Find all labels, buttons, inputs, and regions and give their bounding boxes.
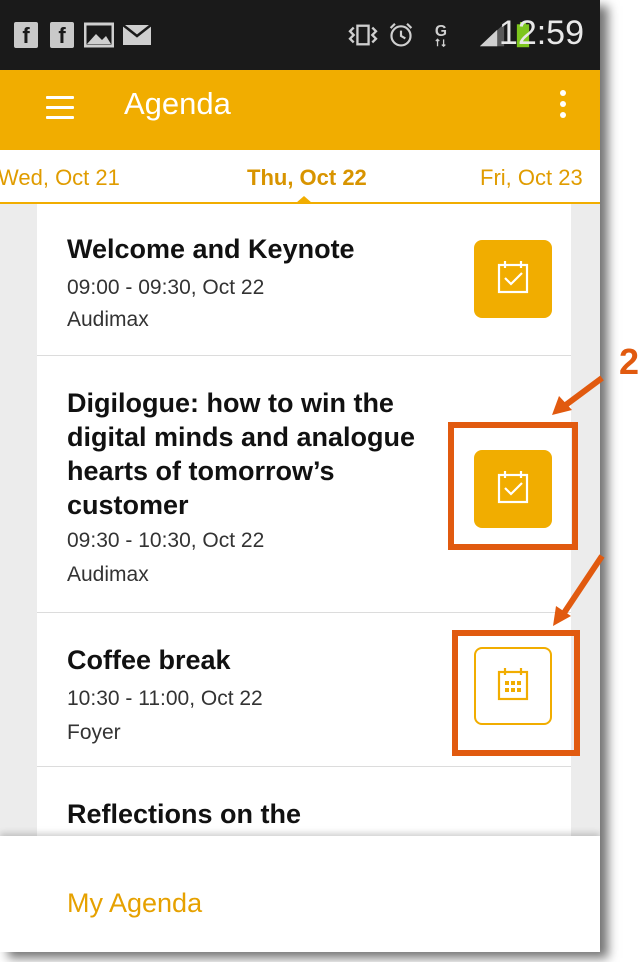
annotation-arrows xyxy=(552,375,605,626)
annotation-arrow xyxy=(557,554,605,621)
